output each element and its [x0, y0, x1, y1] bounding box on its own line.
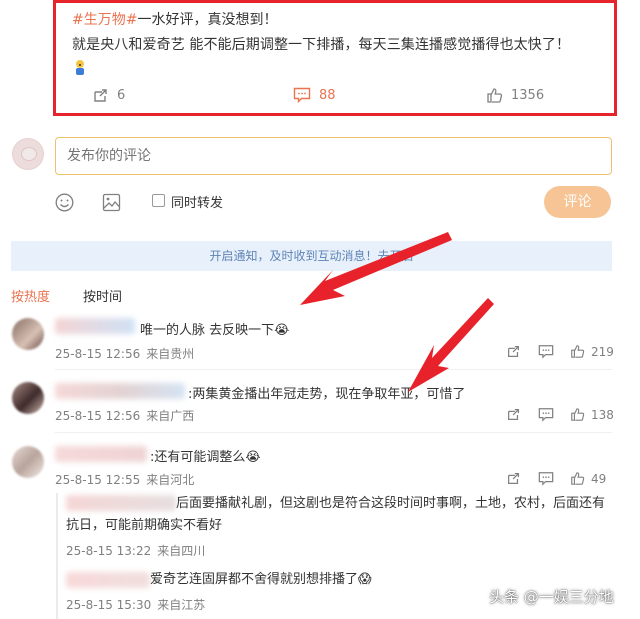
tab-sort-time[interactable]: 按时间 [83, 286, 122, 305]
highlighted-post: #生万物#一水好评，真没想到！ 就是央八和爱奇艺 能不能后期调整一下排播，每天三… [53, 0, 617, 116]
like-comment-button[interactable]: 219 [570, 344, 614, 359]
watermark: 头条 @一娱三分地 [489, 588, 614, 606]
divider [55, 432, 612, 433]
repost-comment-button[interactable] [506, 407, 527, 422]
reply-comment-button[interactable] [538, 344, 560, 359]
repost-button[interactable]: 6 [92, 87, 125, 104]
reply-location: 来自江苏 [157, 598, 206, 612]
current-user-avatar[interactable] [12, 138, 44, 170]
thumbs-up-icon [571, 345, 585, 358]
comment-count: 88 [319, 87, 336, 103]
like-count: 1356 [511, 88, 545, 103]
avatar[interactable] [12, 446, 44, 478]
post-text-line2: 就是央八和爱奇艺 能不能后期调整一下排播，每天三集连播感觉播得也太快了！ [72, 37, 571, 53]
reply-comment-button[interactable] [538, 407, 560, 422]
like-comment-button[interactable]: 49 [570, 471, 606, 486]
thumbs-up-icon [571, 408, 585, 421]
image-icon[interactable] [102, 193, 121, 212]
reply-time: 25-8-15 13:22 [66, 544, 152, 558]
reply-time: 25-8-15 15:30 [66, 598, 152, 612]
comment-text: 唯一的人脉 去反映一下😭 [140, 323, 290, 338]
blurred-username[interactable] [66, 495, 176, 511]
tab-sort-hot[interactable]: 按热度 [11, 286, 50, 305]
comment-button[interactable]: 88 [293, 87, 336, 103]
thumbs-up-icon [571, 472, 585, 485]
comment-location: 来自贵州 [146, 347, 195, 361]
comment-like-count: 49 [591, 471, 607, 486]
repost-checkbox[interactable] [152, 194, 165, 207]
comment-meta: 25-8-15 12:55 来自河北 [55, 471, 194, 488]
divider [55, 369, 612, 370]
comment-meta: 25-8-15 12:56 来自贵州 [55, 345, 194, 362]
reply-text-line2: 抗日，可能前期确实不看好 [66, 518, 223, 533]
like-comment-button[interactable]: 138 [570, 407, 614, 422]
blurred-username[interactable] [55, 383, 185, 399]
repost-icon [508, 473, 519, 484]
reply-text: 爱奇艺连固屏都不舍得就别想排播了😱 [150, 572, 372, 587]
comment-time: 25-8-15 12:56 [55, 409, 141, 423]
comment-meta: 25-8-15 12:56 来自广西 [55, 407, 194, 424]
comment-like-count: 138 [591, 407, 614, 422]
post-text-rest: 一水好评，真没想到！ [137, 12, 278, 28]
repost-icon [508, 346, 519, 357]
arrow-to-second-comment [408, 298, 494, 392]
notification-banner[interactable]: 开启通知，及时收到互动消息！去开启 [11, 241, 612, 271]
comment-icon [293, 87, 311, 103]
reply-comment-button[interactable] [538, 471, 560, 486]
like-button[interactable]: 1356 [486, 87, 544, 104]
repost-icon [508, 409, 519, 420]
comment-time: 25-8-15 12:56 [55, 347, 141, 361]
repost-comment-button[interactable] [506, 471, 527, 486]
blurred-username[interactable] [66, 572, 150, 588]
comment-time: 25-8-15 12:55 [55, 473, 141, 487]
reply-meta: 25-8-15 13:22 来自四川 [66, 542, 205, 559]
repost-icon [94, 89, 107, 102]
post-topic-link[interactable]: #生万物# [72, 12, 137, 28]
emoji-icon[interactable] [55, 193, 74, 212]
pray-emoji-icon [76, 60, 84, 75]
repost-count: 6 [117, 88, 126, 103]
repost-comment-button[interactable] [506, 344, 527, 359]
post-text-line1: #生万物#一水好评，真没想到！ [72, 9, 277, 29]
comment-icon [538, 472, 554, 486]
repost-checkbox-label: 同时转发 [171, 196, 224, 211]
avatar[interactable] [12, 382, 44, 414]
blurred-username[interactable] [55, 318, 135, 334]
comment-text: :两集黄金播出年冠走势，现在争取年亚，可惜了 [188, 387, 466, 402]
reply-text-line1: 后面要播献礼剧，但这剧也是符合这段时间时事啊，土地，农村，后面还有 [176, 496, 606, 511]
comment-text: :还有可能调整么😭 [150, 450, 261, 465]
post-action-bar: 6 88 1356 [56, 87, 614, 109]
comment-location: 来自广西 [146, 409, 195, 423]
thumbs-up-icon [487, 88, 503, 103]
comment-like-count: 219 [591, 344, 614, 359]
comment-location: 来自河北 [146, 473, 195, 487]
comment-icon [538, 408, 554, 422]
blurred-username[interactable] [55, 446, 147, 462]
submit-comment-button[interactable]: 评论 [544, 186, 611, 218]
reply-meta: 25-8-15 15:30 来自江苏 [66, 596, 205, 613]
reply-location: 来自四川 [157, 544, 206, 558]
comment-input[interactable] [55, 137, 612, 175]
avatar[interactable] [12, 318, 44, 350]
comment-icon [538, 345, 554, 359]
